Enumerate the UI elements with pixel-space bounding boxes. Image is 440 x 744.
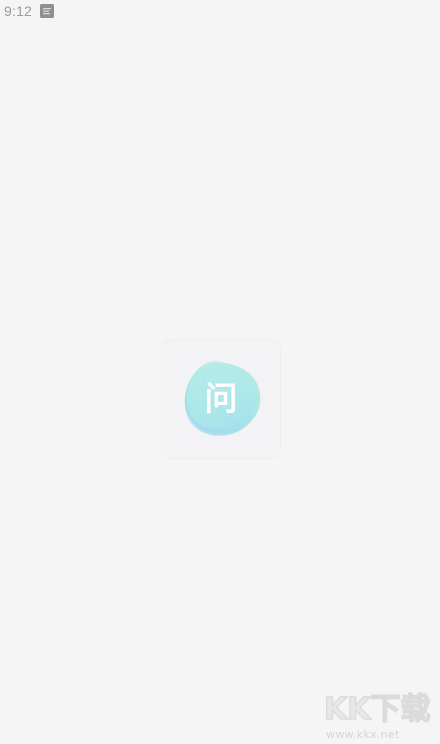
logo-glyph: 问 bbox=[205, 379, 238, 418]
splash-screen: 9:12 问 KK下载 www.kkx.net bbox=[0, 0, 440, 744]
status-time: 9:12 bbox=[4, 3, 33, 19]
watermark-url: www.kkx.net bbox=[326, 728, 400, 741]
question-logo-icon: 问 bbox=[161, 339, 281, 459]
splash-logo-card: 问 bbox=[161, 339, 281, 459]
kkx-watermark: KK下载 www.kkx.net bbox=[322, 688, 440, 744]
status-bar: 9:12 bbox=[0, 0, 440, 22]
watermark-brand: KK下载 bbox=[324, 692, 431, 726]
app-notification-icon bbox=[40, 4, 55, 18]
